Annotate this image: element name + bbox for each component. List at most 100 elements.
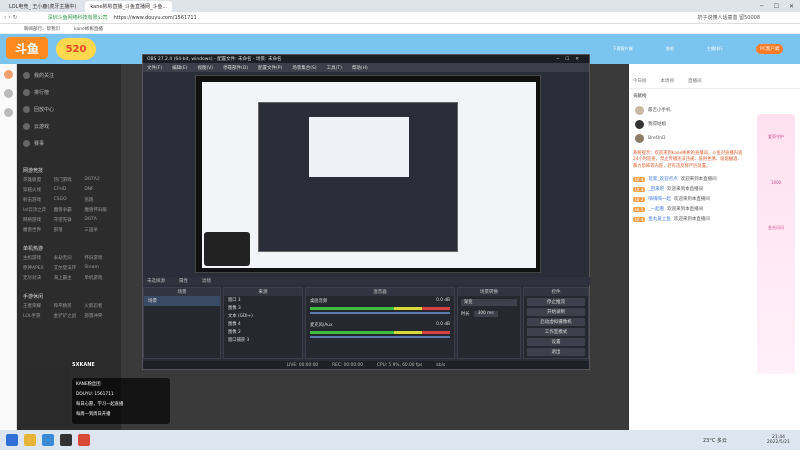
start-record-button[interactable]: 开始录制 xyxy=(527,308,585,316)
obs-window-controls[interactable]: ─☐✕ xyxy=(556,57,589,62)
obs-preview[interactable] xyxy=(195,75,541,273)
browser-tab[interactable]: LOL电竞_ 王小鹿(虎牙主播中) xyxy=(4,1,81,12)
tab-today[interactable]: 今日榜 xyxy=(633,78,647,84)
category-link[interactable]: DNF xyxy=(84,187,115,193)
category-link[interactable]: DOTA xyxy=(84,217,115,223)
category-link[interactable]: 主机游戏 xyxy=(23,255,54,261)
category-link[interactable]: 金铲铲之战 xyxy=(54,313,85,319)
pc-client-button[interactable]: PC客户端 xyxy=(756,44,784,54)
bookmark-item[interactable]: 聊阅部行，帮我们 xyxy=(24,26,60,32)
back-icon[interactable]: ‹ › ↻ xyxy=(4,14,18,21)
category-link[interactable]: 穿越火线 xyxy=(23,187,54,193)
volume-slider[interactable] xyxy=(310,312,450,314)
obs-menu-item[interactable]: 配置文件(P) xyxy=(258,65,282,71)
obs-menu-item[interactable]: 文件(F) xyxy=(147,65,162,71)
properties-button[interactable]: 属性 xyxy=(179,278,188,284)
rank-icon[interactable]: 主播排行 xyxy=(707,46,723,52)
browser-tab-active[interactable]: kane彬彬直播_斗鱼直播网_斗鱼... xyxy=(85,0,173,12)
anniversary-badge[interactable]: 520 xyxy=(56,38,96,60)
category-link[interactable]: 魔兽怀旧服 xyxy=(84,207,115,213)
scene-item[interactable]: 场景 xyxy=(144,296,220,306)
filters-button[interactable]: 滤镜 xyxy=(202,278,211,284)
category-link[interactable]: 火影忍者 xyxy=(84,303,115,309)
category-link[interactable]: 王者荣耀 xyxy=(23,303,54,309)
source-item[interactable]: 窗口捕获 3 xyxy=(224,336,302,344)
category-link[interactable]: 无尽对决 xyxy=(23,275,54,281)
exit-button[interactable]: 退出 xyxy=(527,348,585,356)
duration-input[interactable]: 300 ms xyxy=(473,311,498,317)
category-link[interactable]: 魔兽争霸 xyxy=(54,207,85,213)
url-input[interactable]: https://www.douyu.com/1561711 xyxy=(114,15,197,21)
stop-stream-button[interactable]: 停止推流 xyxy=(527,298,585,306)
promo-label[interactable]: 爱奇守护 xyxy=(768,134,784,140)
obs-menu-item[interactable]: 视图(V) xyxy=(197,65,213,71)
app-icon[interactable] xyxy=(78,434,90,446)
obs-menu-item[interactable]: 帮助(H) xyxy=(352,65,368,71)
obs-app-icon[interactable] xyxy=(60,434,72,446)
category-link[interactable]: 逃跑 xyxy=(84,197,115,203)
promo-label[interactable]: 1000 xyxy=(771,180,781,185)
category-link[interactable]: Steam xyxy=(84,265,115,271)
source-item[interactable]: 窗口 1 xyxy=(224,296,302,304)
obs-menu-item[interactable]: 场景集合(S) xyxy=(292,65,316,71)
category-link[interactable]: 永劫无间 xyxy=(54,255,85,261)
category-link[interactable]: CFHD xyxy=(54,187,85,193)
obs-menu-item[interactable]: 停靠部件(D) xyxy=(223,65,248,71)
sidebar-item-rank[interactable]: 排行榜 xyxy=(17,87,121,98)
category-link[interactable]: 原神APEX xyxy=(23,265,54,271)
category-link[interactable]: 单机游戏 xyxy=(84,275,115,281)
category-link[interactable]: 海上霸主 xyxy=(54,275,85,281)
obs-menu-item[interactable]: 工具(T) xyxy=(327,65,342,71)
clock-icon[interactable] xyxy=(4,89,13,98)
obs-menu-item[interactable]: 编辑(E) xyxy=(172,65,187,71)
category-link[interactable]: 守望先锋 xyxy=(54,217,85,223)
source-item[interactable]: 图像 3 xyxy=(224,304,302,312)
user-badge[interactable]: 奶子说懂人话童昔 留50008 xyxy=(698,14,761,21)
category-link[interactable]: 部落 xyxy=(54,227,85,233)
category-link[interactable]: 和平精英 xyxy=(54,303,85,309)
category-link[interactable]: lol云顶之弈 xyxy=(23,207,54,213)
yuba-icon[interactable]: 鱼吧 xyxy=(666,46,674,52)
category-link[interactable]: 三国杀 xyxy=(84,227,115,233)
settings-button[interactable]: 设置 xyxy=(527,338,585,346)
tab-week[interactable]: 本周榜 xyxy=(661,78,675,84)
download-client-icon[interactable]: 下载客户端 xyxy=(613,46,633,52)
category-link[interactable]: 射击游戏 xyxy=(23,197,54,203)
sidebar-item-follow[interactable]: 我的关注 xyxy=(17,70,121,81)
category-link[interactable]: LOL手游 xyxy=(23,313,54,319)
category-link[interactable]: 英雄联盟 xyxy=(23,177,54,183)
category-link[interactable]: CSGO xyxy=(54,197,85,203)
category-link[interactable]: 魔兽世界 xyxy=(23,227,54,233)
chat-icon[interactable] xyxy=(4,108,13,117)
sidebar-item-cloud-game[interactable]: 云游戏 xyxy=(17,121,121,132)
minimize-icon[interactable]: ─ xyxy=(760,3,764,10)
weather-widget[interactable]: 23°C 多云 xyxy=(703,437,727,444)
category-link[interactable]: 艾尔登法环 xyxy=(54,265,85,271)
category-link[interactable]: 部落冲突 xyxy=(84,313,115,319)
volume-slider[interactable] xyxy=(310,336,450,338)
studio-mode-button[interactable]: 工作室模式 xyxy=(527,328,585,336)
close-icon[interactable]: ✕ xyxy=(789,3,794,10)
source-item[interactable]: 文本 (GDI+) xyxy=(224,312,302,320)
bookmark-item[interactable]: kane彬彬直播 xyxy=(74,26,103,32)
windows-start-icon[interactable] xyxy=(6,434,18,446)
clock[interactable]: 21:44 2022/5/21 xyxy=(767,435,790,445)
category-link[interactable]: 热门游戏 xyxy=(54,177,85,183)
category-link[interactable]: 怀旧游戏 xyxy=(84,255,115,261)
virtual-camera-button[interactable]: 启动虚拟摄像机 xyxy=(527,318,585,326)
sidebar-item-esports[interactable]: 赛事 xyxy=(17,138,121,149)
controls-panel: 控件 停止推流 开始录制 启动虚拟摄像机 工作室模式 设置 退出 xyxy=(523,287,589,359)
weibo-icon[interactable] xyxy=(4,70,13,79)
category-link[interactable]: 网络游戏 xyxy=(23,217,54,223)
source-item[interactable]: 图像 2 xyxy=(224,328,302,336)
file-explorer-icon[interactable] xyxy=(24,434,36,446)
category-link[interactable]: DOTA2 xyxy=(84,177,115,183)
sidebar-item-replay[interactable]: 回放中心 xyxy=(17,104,121,115)
tab-room[interactable]: 直播间 xyxy=(688,78,702,84)
browser-icon[interactable] xyxy=(42,434,54,446)
promo-label[interactable]: 金光闪闪 xyxy=(768,225,784,231)
source-item[interactable]: 图像 4 xyxy=(224,320,302,328)
transition-select[interactable]: 渐变 xyxy=(461,299,517,306)
maximize-icon[interactable]: ☐ xyxy=(774,3,779,10)
douyu-logo[interactable]: 斗鱼 xyxy=(6,37,48,59)
